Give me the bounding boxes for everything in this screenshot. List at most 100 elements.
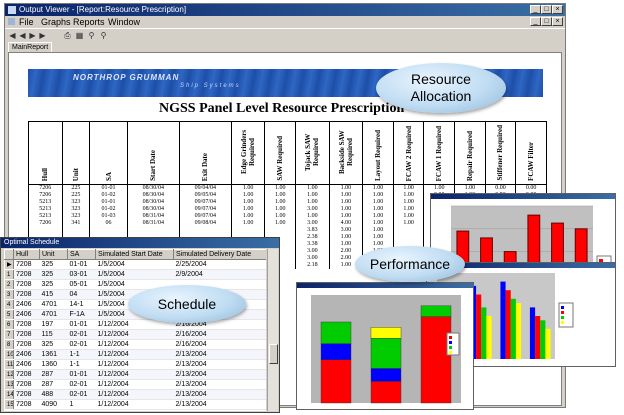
schedule-cell[interactable]: 02-01 [67,379,96,390]
schedule-scrollbar[interactable] [267,249,278,411]
schedule-cell[interactable]: 1/5/2004 [95,269,174,280]
schedule-cell[interactable]: 325 [39,269,68,280]
schedule-row[interactable]: 12 7208 287 01-01 1/12/2004 2/13/2004 [4,369,266,380]
chart-titlebar[interactable] [297,283,473,288]
schedule-cell[interactable]: 2/9/2004 [173,269,266,280]
schedule-cell[interactable]: 1-1 [67,359,96,370]
tab-main-report[interactable]: MainReport [8,42,53,52]
row-selector[interactable]: 10 [4,349,14,360]
schedule-cell[interactable]: 1/12/2004 [95,399,174,410]
scrollbar-thumb[interactable] [269,344,278,364]
row-selector[interactable]: 8 [4,339,14,350]
schedule-cell[interactable]: 7208 [13,369,40,380]
close-button[interactable]: × [552,5,563,14]
schedule-cell[interactable]: 287 [39,369,68,380]
schedule-cell[interactable]: 115 [39,329,68,340]
schedule-cell[interactable]: 4701 [39,299,68,310]
schedule-cell[interactable]: 7208 [13,319,40,330]
schedule-cell[interactable]: 2/13/2004 [173,379,266,390]
zoom-icon[interactable]: ⚲ [99,31,108,40]
schedule-cell[interactable]: 05-01 [67,279,96,290]
schedule-cell[interactable]: 2406 [13,359,40,370]
schedule-row[interactable]: 8 7208 325 02-01 1/12/2004 2/16/2004 [4,339,266,350]
chart-titlebar[interactable] [431,194,615,199]
row-selector[interactable]: 5 [4,309,14,320]
row-selector[interactable]: 1 [4,269,14,280]
schedule-row[interactable]: 10 2406 1361 1-1 1/12/2004 2/13/2004 [4,349,266,360]
schedule-cell[interactable]: 1/12/2004 [95,359,174,370]
schedule-row[interactable]: 11 2406 1360 1-1 1/12/2004 2/13/2004 [4,359,266,370]
prev-page-icon[interactable]: ◀ [18,31,27,40]
schedule-cell[interactable]: 197 [39,319,68,330]
schedule-cell[interactable]: 1/12/2004 [95,349,174,360]
schedule-cell[interactable]: 2/13/2004 [173,359,266,370]
schedule-cell[interactable]: 7208 [13,289,40,300]
row-selector[interactable]: 3 [4,289,14,300]
schedule-cell[interactable]: 03-01 [67,269,96,280]
schedule-cell[interactable]: 2/13/2004 [173,349,266,360]
schedule-cell[interactable]: 7208 [13,399,40,410]
schedule-cell[interactable]: 7208 [13,379,40,390]
schedule-cell[interactable]: 1360 [39,359,68,370]
schedule-row[interactable]: 15 7208 4090 1 1/12/2004 2/13/2004 [4,399,266,410]
schedule-column-header[interactable]: Simulated Delivery Date [173,249,266,260]
schedule-row[interactable]: 14 7208 488 02-01 1/12/2004 2/13/2004 [4,389,266,400]
schedule-cell[interactable]: 4090 [39,399,68,410]
schedule-cell[interactable]: 1/5/2004 [95,259,174,270]
schedule-cell[interactable]: 02-01 [67,329,96,340]
schedule-cell[interactable]: 1/12/2004 [95,339,174,350]
schedule-cell[interactable]: 14-1 [67,299,96,310]
stacked-chart-window[interactable] [296,282,474,410]
doc-close-button[interactable]: × [552,17,563,26]
schedule-row[interactable]: 1 7208 325 03-01 1/5/2004 2/9/2004 [4,269,266,280]
schedule-row[interactable]: 13 7208 287 02-01 1/12/2004 2/13/2004 [4,379,266,390]
schedule-cell[interactable]: 02-01 [67,339,96,350]
schedule-column-header[interactable]: SA [67,249,96,260]
row-selector[interactable]: 13 [4,379,14,390]
menu-reports[interactable]: Reports [73,16,105,28]
schedule-cell[interactable]: 325 [39,339,68,350]
export-icon[interactable]: ▦ [75,31,84,40]
schedule-cell[interactable]: 2/16/2004 [173,329,266,340]
schedule-cell[interactable]: 4701 [39,309,68,320]
menu-file[interactable]: File [19,16,34,28]
schedule-row[interactable]: ▶ 7208 325 01-01 1/5/2004 2/25/2004 [4,259,266,270]
schedule-cell[interactable]: 2/13/2004 [173,389,266,400]
schedule-cell[interactable]: 7208 [13,339,40,350]
schedule-cell[interactable]: 2/16/2004 [173,339,266,350]
schedule-cell[interactable]: 2406 [13,299,40,310]
schedule-cell[interactable]: 2406 [13,309,40,320]
schedule-cell[interactable]: F-1A [67,309,96,320]
schedule-cell[interactable]: 325 [39,259,68,270]
schedule-cell[interactable]: 01-01 [67,259,96,270]
doc-maximize-button[interactable]: □ [541,17,552,26]
schedule-cell[interactable]: 1/12/2004 [95,369,174,380]
schedule-cell[interactable]: 2/25/2004 [173,259,266,270]
row-selector[interactable]: 4 [4,299,14,310]
row-selector[interactable]: ▶ [4,259,14,270]
schedule-row[interactable]: 2 7208 325 05-01 1/5/2004 [4,279,266,290]
schedule-column-header[interactable]: Simulated Start Date [95,249,174,260]
schedule-cell[interactable]: 7208 [13,329,40,340]
schedule-cell[interactable]: 04 [67,289,96,300]
viewer-titlebar[interactable]: Output Viewer - [Report:Resource Prescri… [5,4,565,16]
schedule-cell[interactable]: 1 [67,399,96,410]
row-selector[interactable]: 7 [4,329,14,340]
schedule-cell[interactable]: 7208 [13,259,40,270]
schedule-cell[interactable]: 7208 [13,269,40,280]
schedule-column-header[interactable]: Unit [39,249,68,260]
schedule-cell[interactable]: 488 [39,389,68,400]
schedule-cell[interactable]: 2/13/2004 [173,369,266,380]
schedule-cell[interactable]: 2406 [13,349,40,360]
schedule-column-header[interactable]: Hull [13,249,40,260]
row-selector[interactable]: 11 [4,359,14,370]
minimize-button[interactable]: _ [530,5,541,14]
menu-window[interactable]: Window [108,16,140,28]
row-selector[interactable]: 6 [4,319,14,330]
schedule-cell[interactable]: 1361 [39,349,68,360]
schedule-cell[interactable]: 01-01 [67,369,96,380]
maximize-button[interactable]: □ [541,5,552,14]
print-icon[interactable]: ⎙ [63,31,72,40]
row-selector[interactable]: 14 [4,389,14,400]
first-page-icon[interactable]: ◀ [8,31,17,40]
